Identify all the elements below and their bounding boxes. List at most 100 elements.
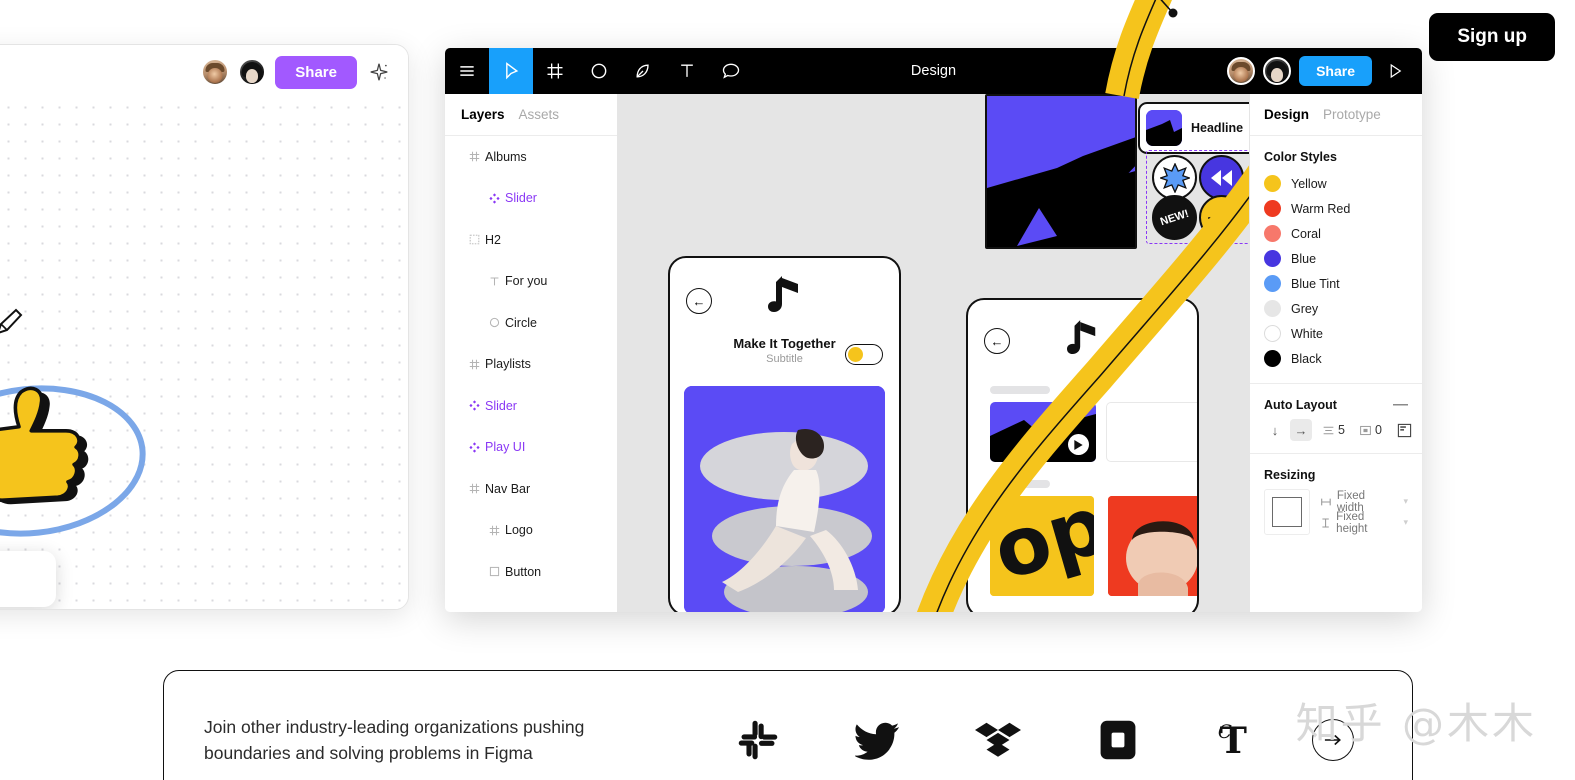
vector-anchor-point [1168, 8, 1178, 18]
color-style-row[interactable]: Black [1264, 346, 1408, 371]
new-badge[interactable]: NEW! [1152, 195, 1197, 240]
pen-icon[interactable] [621, 48, 665, 94]
layer-row[interactable]: Playlists [445, 344, 617, 386]
layer-label: Nav Bar [485, 481, 531, 496]
chevron-down-icon[interactable]: ▾ [1403, 517, 1408, 528]
layer-row[interactable]: Circle [445, 302, 617, 344]
figma-canvas[interactable]: Headline NEW! ← Make It Together Subtitl… [618, 94, 1249, 612]
phone-b-video-card[interactable] [990, 402, 1096, 462]
sign-up-button[interactable]: Sign up [1429, 13, 1555, 61]
resizing-controls: Fixed width ▾ Fixed height ▾ [1264, 489, 1408, 535]
phone-a-toggle[interactable] [845, 344, 883, 365]
auto-layout-spacing-value: 5 [1338, 423, 1345, 437]
phone-b-album-yellow[interactable]: op [990, 496, 1094, 596]
layer-row[interactable]: For you [445, 261, 617, 303]
layer-row[interactable]: Slider [445, 178, 617, 220]
tab-layers[interactable]: Layers [461, 107, 505, 122]
component-icon [483, 193, 505, 204]
avatar[interactable] [201, 58, 230, 86]
cta-card: Join other industry-leading organization… [163, 670, 1413, 780]
color-style-row[interactable]: Yellow [1264, 171, 1408, 196]
color-style-label: Blue Tint [1291, 276, 1340, 291]
frame-icon [463, 359, 485, 370]
color-style-row[interactable]: Grey [1264, 296, 1408, 321]
color-swatch [1264, 350, 1281, 367]
present-play-icon[interactable] [1380, 56, 1410, 86]
figjam-share-button[interactable]: Share [275, 55, 357, 89]
auto-layout-padding-value: 0 [1374, 423, 1382, 437]
partner-logos: T C [734, 716, 1262, 764]
color-style-label: Yellow [1291, 176, 1327, 191]
layers-list: Albums Slider H2 For you Circle Playlists… [445, 136, 617, 593]
cta-text-line1: Join other industry-leading organization… [204, 716, 585, 737]
sparkle-icon[interactable] [366, 59, 392, 85]
avatar[interactable] [1227, 57, 1256, 85]
figma-share-button[interactable]: Share [1299, 56, 1372, 86]
fixed-height-option[interactable]: Fixed height ▾ [1320, 511, 1408, 535]
layer-label: Circle [505, 315, 537, 330]
minus-icon[interactable]: — [1393, 397, 1408, 412]
resizing-preview-box[interactable] [1264, 489, 1310, 535]
headline-card[interactable]: Headline [1138, 102, 1249, 154]
layer-row[interactable]: H2 [445, 219, 617, 261]
phone-b-section-placeholder [990, 386, 1050, 394]
phone-b-album-red[interactable] [1108, 496, 1197, 596]
phone-a-back-button[interactable]: ← [686, 288, 712, 314]
figjam-toolbar[interactable] [0, 551, 56, 607]
layer-row[interactable]: Nav Bar [445, 468, 617, 510]
phone-mockup-a[interactable]: ← Make It Together Subtitle [668, 256, 901, 612]
color-style-row[interactable]: Warm Red [1264, 196, 1408, 221]
layer-row[interactable]: Slider [445, 385, 617, 427]
arrow-right-icon[interactable]: → [1290, 419, 1312, 441]
layer-label: Logo [505, 523, 533, 538]
figjam-window: Share For you Radio [0, 44, 409, 610]
chevron-down-icon[interactable]: ▾ [1403, 496, 1408, 507]
avatar[interactable] [1263, 57, 1292, 85]
color-style-row[interactable]: Blue [1264, 246, 1408, 271]
headline-card-label: Headline [1191, 121, 1244, 135]
color-style-row[interactable]: White [1264, 321, 1408, 346]
figma-window: Design Share Layers Assets Albums Slider… [445, 48, 1422, 612]
cta-text-line2: boundaries and solving problems in Figma [204, 743, 533, 763]
layer-row[interactable]: Albums [445, 136, 617, 178]
color-swatch [1264, 200, 1281, 217]
canvas-album-art[interactable] [985, 94, 1137, 249]
phone-mockup-b[interactable]: ← op [966, 298, 1199, 612]
layer-row[interactable]: Play UI [445, 427, 617, 469]
tab-design[interactable]: Design [1264, 107, 1309, 122]
arrow-down-icon[interactable]: ↓ [1264, 419, 1286, 441]
color-style-row[interactable]: Coral [1264, 221, 1408, 246]
move-cursor-icon[interactable] [489, 48, 533, 94]
layers-panel-tabs: Layers Assets [445, 94, 617, 136]
layer-label: Slider [505, 191, 537, 206]
sparkle-badge[interactable] [1199, 195, 1244, 240]
color-swatch [1264, 175, 1281, 192]
auto-layout-padding[interactable]: 0 [1359, 423, 1382, 437]
cta-text: Join other industry-leading organization… [204, 714, 634, 767]
rewind-badge[interactable] [1199, 155, 1244, 200]
text-icon[interactable] [665, 48, 709, 94]
layer-row[interactable]: Button [445, 551, 617, 593]
phone-b-back-button[interactable]: ← [984, 328, 1010, 354]
figjam-canvas[interactable]: For you Radio [0, 99, 408, 609]
auto-layout-spacing[interactable]: 5 [1322, 423, 1345, 437]
tab-assets[interactable]: Assets [519, 107, 560, 122]
avatar[interactable] [238, 58, 267, 86]
alignment-grid-icon[interactable] [1394, 419, 1416, 441]
layer-row[interactable]: Logo [445, 510, 617, 552]
frame-icon [463, 151, 485, 162]
play-icon[interactable] [1068, 434, 1089, 455]
ellipse-icon[interactable] [577, 48, 621, 94]
comment-icon[interactable] [709, 48, 753, 94]
frame-icon[interactable] [533, 48, 577, 94]
phone-b-empty-card[interactable] [1106, 402, 1197, 462]
component-icon [463, 442, 485, 453]
watermark: 知乎 @木木 [1295, 699, 1537, 748]
fixed-width-option[interactable]: Fixed width ▾ [1320, 490, 1408, 514]
arrow-left-icon: ← [984, 328, 1010, 354]
color-style-label: Black [1291, 351, 1322, 366]
menu-icon[interactable] [445, 48, 489, 94]
tab-prototype[interactable]: Prototype [1323, 107, 1381, 122]
color-style-row[interactable]: Blue Tint [1264, 271, 1408, 296]
starburst-badge[interactable] [1152, 155, 1197, 200]
